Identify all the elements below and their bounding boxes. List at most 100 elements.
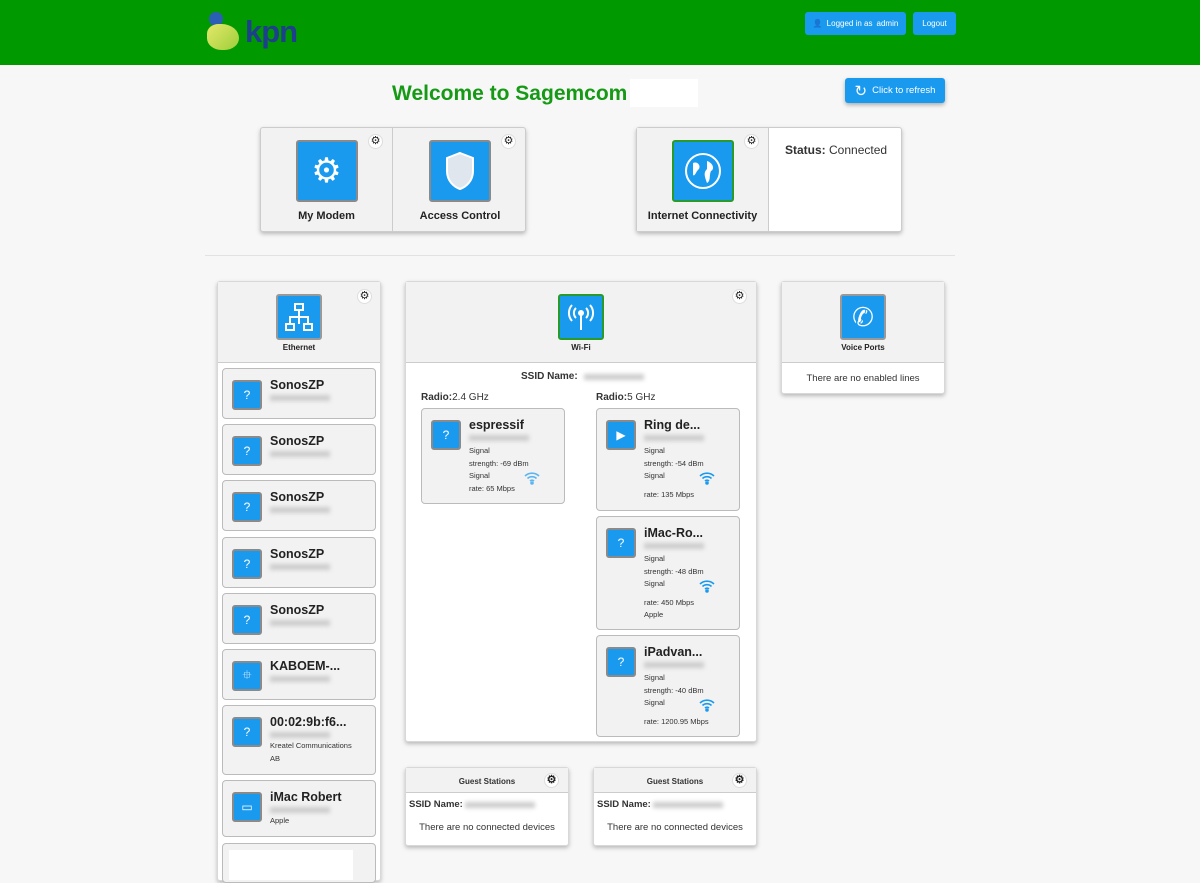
- guest-ssid-row: SSID Name:: [597, 799, 756, 810]
- internet-connectivity-label: Internet Connectivity: [647, 210, 758, 222]
- device-name: 00:02:9b:f6...: [270, 715, 347, 729]
- device-ip-redacted: [644, 543, 704, 549]
- kpn-crown-icon: [205, 12, 241, 52]
- voice-ports-panel: ✆ Voice Ports There are no enabled lines: [781, 281, 945, 394]
- device-signal-info: Signal strength: -54 dBm Signal rate: 13…: [644, 446, 704, 499]
- no-devices-text: There are no connected devices: [607, 822, 743, 833]
- ethernet-device[interactable]: ▭ iMac Robert Apple: [222, 780, 376, 837]
- kpn-logo[interactable]: kpn: [205, 12, 298, 52]
- logged-in-button[interactable]: 👤 Logged in as admin: [805, 12, 906, 35]
- wifi-device[interactable]: ? iMac-Ro... Signal strength: -48 dBm Si…: [596, 516, 740, 630]
- ethernet-device[interactable]: ? SonosZP: [222, 368, 376, 419]
- guest-ssid-row: SSID Name:: [409, 799, 568, 810]
- device-ip-redacted: [270, 620, 330, 626]
- status-label: Status:: [785, 143, 826, 157]
- radio-label: Radio:5 GHz: [596, 392, 656, 403]
- ethernet-header[interactable]: Ethernet ⚙: [218, 282, 380, 363]
- guest-stations-header: Guest Stations ⚙: [406, 768, 568, 793]
- wifi-antenna-icon: [558, 294, 604, 340]
- ethernet-panel: Ethernet ⚙ ? SonosZP ? SonosZP ? SonosZP…: [217, 281, 381, 883]
- ethernet-device[interactable]: ? SonosZP: [222, 593, 376, 644]
- ethernet-device[interactable]: ? SonosZP: [222, 537, 376, 588]
- wifi-device[interactable]: ? iPadvan... Signal strength: -40 dBm Si…: [596, 635, 740, 737]
- device-name: SonosZP: [270, 490, 325, 504]
- device-ip-redacted: [270, 564, 330, 570]
- shield-icon: [429, 140, 491, 202]
- question-icon: ?: [232, 717, 262, 747]
- settings-gear-icon[interactable]: ⚙: [732, 773, 747, 788]
- ethernet-device[interactable]: ? SonosZP: [222, 480, 376, 531]
- logout-button[interactable]: Logout: [913, 12, 956, 35]
- status-value: Connected: [829, 143, 888, 157]
- monitor-icon: ▭: [232, 792, 262, 822]
- settings-gear-icon[interactable]: ⚙: [732, 289, 747, 304]
- wifi-device[interactable]: ▶ Ring de... Signal strength: -54 dBm Si…: [596, 408, 740, 511]
- ethernet-device[interactable]: ? SonosZP: [222, 424, 376, 475]
- ethernet-device[interactable]: ? 00:02:9b:f6... Kreatel Communications …: [222, 705, 376, 775]
- question-icon: ?: [232, 605, 262, 635]
- settings-gear-icon[interactable]: ⚙: [501, 134, 516, 149]
- gears-icon: ⚙: [295, 140, 358, 202]
- ssid-row: SSID Name:: [521, 371, 644, 382]
- wifi-panel: Wi-Fi ⚙ SSID Name: Radio:2.4 GHz ? espre…: [405, 281, 757, 742]
- device-signal-info: Signal strength: -48 dBm Signal rate: 45…: [644, 554, 704, 619]
- device-ip-redacted: [270, 807, 330, 813]
- no-lines-text: There are no enabled lines: [806, 373, 920, 384]
- device-ip-redacted: [270, 676, 330, 682]
- access-control-tile[interactable]: Access Control ⚙: [393, 128, 527, 231]
- settings-gear-icon[interactable]: ⚙: [744, 134, 759, 149]
- device-name: KABOEM-...: [270, 659, 341, 673]
- wifi-device[interactable]: ? espressif Signal strength: -69 dBm Sig…: [421, 408, 565, 504]
- device-ip-redacted: [644, 435, 704, 441]
- device-name: SonosZP: [270, 378, 325, 392]
- guest-stations-title: Guest Stations: [458, 777, 516, 786]
- device-ip-redacted: [270, 451, 330, 457]
- device-name: SonosZP: [270, 547, 325, 561]
- question-icon: ?: [232, 549, 262, 579]
- question-icon: ?: [232, 436, 262, 466]
- globe-icon: [671, 140, 734, 202]
- refresh-button[interactable]: ↻ Click to refresh: [845, 78, 945, 103]
- device-ip-redacted: [469, 435, 529, 441]
- ethernet-device[interactable]: [222, 843, 376, 883]
- status-text: Status: Connected: [785, 143, 887, 157]
- voice-header[interactable]: ✆ Voice Ports: [782, 282, 944, 363]
- wifi-header[interactable]: Wi-Fi ⚙: [406, 282, 756, 363]
- device-ip-redacted: [270, 507, 330, 513]
- question-icon: ?: [606, 647, 636, 677]
- my-modem-tile[interactable]: ⚙ My Modem ⚙: [261, 128, 393, 231]
- settings-gear-icon[interactable]: ⚙: [357, 289, 372, 304]
- question-icon: ?: [232, 492, 262, 522]
- refresh-icon: ↻: [854, 82, 868, 100]
- ethernet-device[interactable]: ⯐ KABOEM-...: [222, 649, 376, 700]
- modem-access-card: ⚙ My Modem ⚙ Access Control ⚙: [260, 127, 526, 232]
- ssid-value-redacted: [652, 802, 723, 808]
- device-name: espressif: [469, 418, 524, 432]
- no-devices-text: There are no connected devices: [419, 822, 555, 833]
- media-icon: ▶: [606, 420, 636, 450]
- internet-connectivity-tile[interactable]: Internet Connectivity ⚙: [637, 128, 769, 231]
- ssid-value-redacted: [583, 374, 644, 380]
- question-icon: ?: [232, 380, 262, 410]
- ethernet-label: Ethernet: [282, 343, 316, 352]
- radio-label: Radio:2.4 GHz: [421, 392, 489, 403]
- device-ip-redacted: [270, 732, 330, 738]
- device-ip-redacted: [644, 662, 704, 668]
- device-name: iMac-Ro...: [644, 526, 704, 540]
- device-name: iPadvan...: [644, 645, 703, 659]
- logged-in-label: Logged in as: [826, 19, 873, 28]
- phone-icon: ✆: [840, 294, 886, 340]
- settings-gear-icon[interactable]: ⚙: [544, 773, 559, 788]
- guest-stations-panel: Guest Stations ⚙ SSID Name: There are no…: [593, 767, 757, 846]
- voice-ports-label: Voice Ports: [841, 343, 885, 352]
- settings-gear-icon[interactable]: ⚙: [368, 134, 383, 149]
- wifi-label: Wi-Fi: [571, 343, 591, 352]
- ssid-label: SSID Name:: [521, 371, 578, 382]
- device-name: SonosZP: [270, 603, 325, 617]
- network-icon: [276, 294, 322, 340]
- device-vendor: Kreatel Communications AB: [270, 741, 352, 763]
- redacted-box: [630, 79, 698, 107]
- usb-icon: ⯐: [232, 661, 262, 691]
- username: admin: [876, 19, 899, 28]
- guest-stations-title: Guest Stations: [646, 777, 704, 786]
